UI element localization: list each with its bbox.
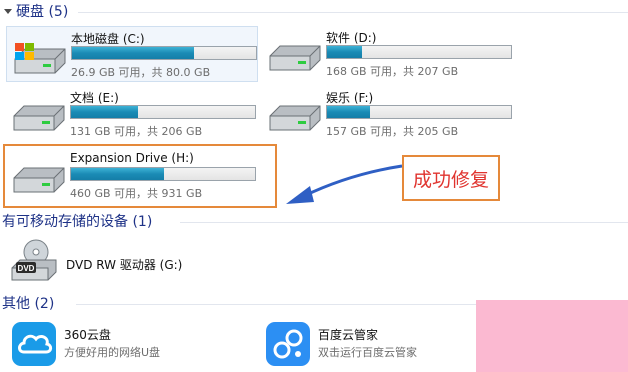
item-baidu-cloud[interactable]: 百度云管家 双击运行百度云管家 (262, 320, 502, 370)
drive-name: 软件 (D:) (326, 31, 377, 45)
drive-space: 131 GB 可用，共 206 GB (70, 125, 203, 138)
item-desc: 双击运行百度云管家 (318, 346, 417, 359)
group-title: 有可移动存储的设备 (1) (2, 214, 153, 230)
collapse-arrow-icon[interactable] (4, 9, 12, 14)
dvd-drive-name: DVD RW 驱动器 (G:) (66, 258, 183, 272)
group-divider (180, 222, 628, 223)
callout-text: 成功修复 (412, 168, 489, 191)
hard-drive-icon (13, 105, 65, 131)
decorative-overlay (476, 300, 628, 372)
item-name: 360云盘 (64, 328, 111, 342)
group-title: 其他 (2) (2, 296, 55, 312)
usage-bar (326, 105, 512, 119)
dvd-drive-icon: DVD (11, 239, 57, 281)
drive-f[interactable]: 娱乐 (F:) 157 GB 可用，共 205 GB (262, 86, 514, 142)
usage-bar (71, 46, 257, 60)
drive-name: 本地磁盘 (C:) (71, 32, 145, 46)
windows-drive-icon (14, 43, 66, 74)
item-name: 百度云管家 (318, 328, 379, 342)
baidu-cloud-icon (266, 322, 310, 366)
usage-fill (72, 47, 195, 59)
hard-drive-icon (269, 105, 321, 131)
usage-fill (71, 106, 138, 118)
drive-e[interactable]: 文档 (E:) 131 GB 可用，共 206 GB (6, 86, 258, 142)
usage-bar (70, 105, 256, 119)
item-desc: 方便好用的网络U盘 (64, 346, 161, 359)
drive-space: 157 GB 可用，共 205 GB (326, 125, 459, 138)
drive-name: 娱乐 (F:) (326, 91, 374, 105)
group-title: 硬盘 (5) (16, 4, 69, 20)
usage-fill (327, 106, 371, 118)
cloud-icon (12, 322, 56, 366)
item-360-cloud[interactable]: 360云盘 方便好用的网络U盘 (8, 320, 248, 370)
arrow-icon (286, 164, 403, 204)
group-header-removable[interactable]: 有可移动存储的设备 (1) (0, 212, 628, 232)
usage-fill (327, 46, 362, 58)
highlight-box (3, 144, 277, 208)
usage-bar (326, 45, 512, 59)
drive-space: 168 GB 可用，共 207 GB (326, 65, 459, 78)
group-header-hard-disks[interactable]: 硬盘 (5) (0, 2, 628, 22)
drive-c[interactable]: 本地磁盘 (C:) 26.9 GB 可用，共 80.0 GB (6, 26, 258, 82)
drive-space: 26.9 GB 可用，共 80.0 GB (71, 66, 211, 79)
hard-drive-icon (269, 45, 321, 71)
dvd-drive[interactable]: DVD DVD RW 驱动器 (G:) (8, 236, 258, 286)
drive-name: 文档 (E:) (70, 91, 119, 105)
dvd-badge-text: DVD (18, 264, 35, 273)
drive-d[interactable]: 软件 (D:) 168 GB 可用，共 207 GB (262, 26, 514, 82)
callout-box: 成功修复 (402, 155, 500, 201)
group-divider (78, 12, 628, 13)
